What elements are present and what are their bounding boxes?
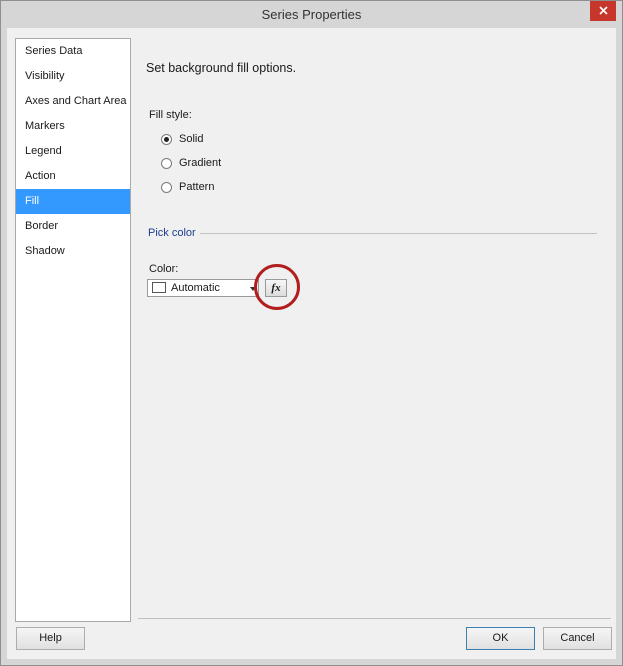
window-title: Series Properties	[261, 7, 362, 22]
close-icon	[598, 6, 608, 15]
dialog-window: Series Properties Series Data Visibility…	[0, 0, 623, 666]
color-swatch	[152, 282, 166, 293]
sidebar-item-legend[interactable]: Legend	[16, 139, 130, 164]
cancel-button[interactable]: Cancel	[543, 627, 612, 650]
title-bar[interactable]: Series Properties	[1, 1, 622, 28]
color-dropdown[interactable]: Automatic	[147, 279, 259, 297]
radio-button-gradient[interactable]	[161, 157, 172, 169]
footer-divider	[138, 618, 611, 619]
sidebar-item-border[interactable]: Border	[16, 214, 130, 239]
sidebar-item-series-data[interactable]: Series Data	[16, 39, 130, 64]
group-divider	[200, 233, 597, 234]
sidebar-item-fill[interactable]: Fill	[16, 189, 130, 214]
color-label: Color:	[149, 263, 179, 275]
expression-button[interactable]: fx	[265, 279, 287, 297]
sidebar-item-shadow[interactable]: Shadow	[16, 239, 130, 264]
close-button[interactable]	[590, 1, 616, 21]
fill-style-gradient-option[interactable]: Gradient	[161, 155, 221, 171]
radio-button-solid[interactable]	[161, 133, 172, 145]
radio-label-solid: Solid	[179, 133, 204, 145]
fill-style-pattern-option[interactable]: Pattern	[161, 179, 214, 195]
page-list: Series Data Visibility Axes and Chart Ar…	[15, 38, 131, 622]
sidebar-item-markers[interactable]: Markers	[16, 114, 130, 139]
radio-button-pattern[interactable]	[161, 181, 172, 193]
ok-button[interactable]: OK	[466, 627, 535, 650]
sidebar-item-axes-and-chart-area[interactable]: Axes and Chart Area	[16, 89, 130, 114]
fill-style-label: Fill style:	[149, 109, 192, 121]
dialog-client-area: Series Data Visibility Axes and Chart Ar…	[7, 28, 616, 659]
page-heading: Set background fill options.	[146, 61, 297, 75]
radio-label-pattern: Pattern	[179, 181, 215, 193]
color-dropdown-value: Automatic	[171, 282, 220, 294]
chevron-down-icon	[250, 287, 256, 291]
sidebar-item-visibility[interactable]: Visibility	[16, 64, 130, 89]
help-button[interactable]: Help	[16, 627, 85, 650]
radio-label-gradient: Gradient	[179, 157, 222, 169]
pick-color-group-label: Pick color	[148, 227, 196, 239]
sidebar-item-action[interactable]: Action	[16, 164, 130, 189]
fill-style-solid-option[interactable]: Solid	[161, 131, 203, 147]
